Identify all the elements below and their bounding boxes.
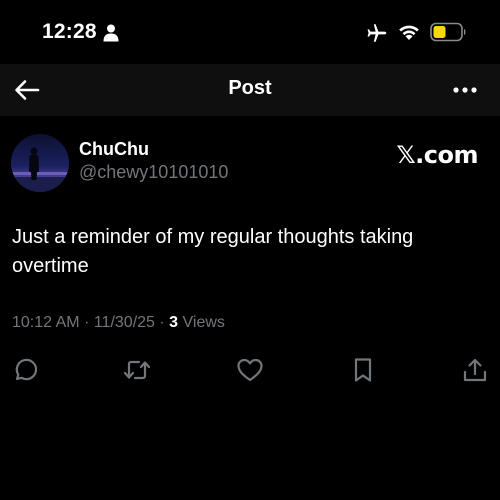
post-text: Just a reminder of my regular thoughts t… — [12, 226, 414, 277]
meta-separator: · — [84, 314, 90, 331]
source-badge: 𝕏.com — [396, 141, 478, 169]
bookmark-icon — [351, 357, 375, 383]
reply-button[interactable] — [11, 356, 39, 384]
like-icon — [236, 357, 264, 383]
author-name[interactable]: ChuChu — [79, 139, 149, 160]
like-button[interactable] — [236, 356, 264, 384]
share-button[interactable] — [461, 356, 489, 384]
status-bar: 12:28 — [0, 0, 500, 64]
nav-header: Post — [0, 64, 500, 116]
post-meta: 10:12 AM · 11/30/25 · 3 Views — [12, 314, 225, 332]
post-date: 11/30/25 — [93, 314, 155, 331]
action-bar — [0, 352, 500, 386]
post-time: 10:12 AM — [12, 314, 80, 331]
repost-button[interactable] — [123, 356, 151, 384]
airplane-icon — [366, 22, 388, 44]
author-handle[interactable]: @chewy10101010 — [79, 162, 228, 183]
share-icon — [462, 357, 488, 383]
more-dots-icon — [452, 86, 478, 94]
avatar-image — [11, 134, 69, 192]
views-count[interactable]: 3 — [169, 314, 178, 331]
battery-icon — [430, 22, 468, 42]
bookmark-button[interactable] — [349, 356, 377, 384]
more-button[interactable] — [450, 76, 480, 104]
avatar[interactable] — [11, 134, 69, 192]
page-title: Post — [228, 77, 272, 99]
meta-separator: · — [159, 314, 165, 331]
views-label[interactable]: Views — [183, 314, 225, 331]
reply-icon — [12, 357, 38, 383]
wifi-icon — [398, 23, 420, 41]
repost-icon — [123, 357, 151, 383]
status-time: 12:28 — [42, 20, 97, 43]
person-icon — [103, 24, 119, 42]
